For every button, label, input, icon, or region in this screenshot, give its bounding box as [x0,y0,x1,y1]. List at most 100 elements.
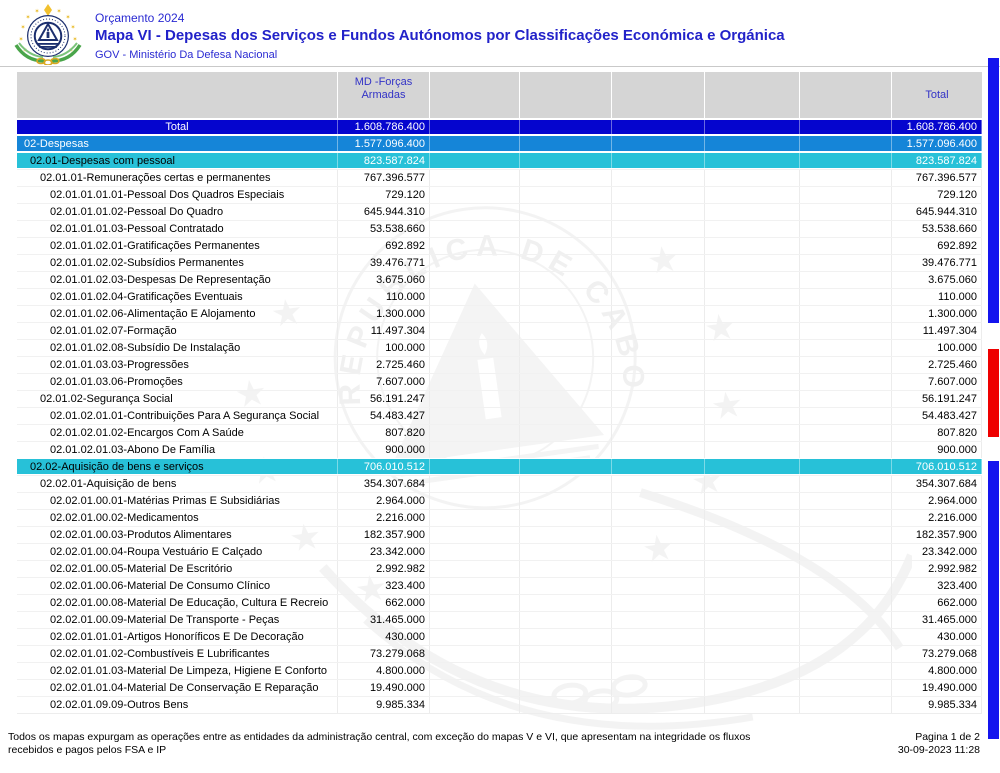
row-label: 02.02.01.00.06-Material De Consumo Clíni… [17,578,338,594]
empty-cell [705,629,800,645]
empty-cell [612,272,705,288]
empty-cell [520,476,612,492]
svg-text:✶: ✶ [70,24,75,31]
empty-cell [612,136,705,151]
footer-note: Todos os mapas expurgam as operações ent… [8,731,751,756]
empty-cell [705,510,800,526]
total-value: 430.000 [892,629,982,645]
md-forcas-armadas-value: 662.000 [338,595,430,611]
empty-cell [800,289,892,305]
table-row: 02.02.01.09.09-Outros Bens 9.985.334 9.985… [17,696,982,713]
column-header-6 [800,72,892,118]
cape-verde-emblem-logo: ✶✶✶ ✶✶✶ ✶ ✶ ✶ ✶ [14,4,82,65]
md-forcas-armadas-value: 19.490.000 [338,680,430,696]
total-value: 2.992.982 [892,561,982,577]
table-row: 02.01.01.02.03-Despesas De Representação… [17,271,982,288]
empty-cell [430,391,520,407]
md-forcas-armadas-value: 1.608.786.400 [338,120,430,134]
empty-cell [430,595,520,611]
empty-cell [520,323,612,339]
empty-cell [705,697,800,713]
empty-cell [800,425,892,441]
marker-red[interactable] [988,349,999,437]
total-value: 9.985.334 [892,697,982,713]
row-label: 02.02.01.01.04-Material De Conservação E… [17,680,338,696]
marker-blue-bottom[interactable] [988,461,999,739]
empty-cell [800,255,892,271]
column-header-1: MD -Forças Armadas [338,72,430,118]
total-value: 767.396.577 [892,170,982,186]
md-forcas-armadas-value: 807.820 [338,425,430,441]
empty-cell [800,170,892,186]
empty-cell [800,357,892,373]
empty-cell [612,561,705,577]
total-value: 354.307.684 [892,476,982,492]
marker-blue-top[interactable] [988,58,999,323]
row-label: Total [17,120,338,134]
empty-cell [800,204,892,220]
row-label: 02.01.02.01.02-Encargos Com A Saúde [17,425,338,441]
empty-cell [612,612,705,628]
empty-cell [705,187,800,203]
total-value: 645.944.310 [892,204,982,220]
md-forcas-armadas-value: 692.892 [338,238,430,254]
total-value: 823.587.824 [892,153,982,168]
empty-cell [430,221,520,237]
empty-cell [520,357,612,373]
empty-cell [520,340,612,356]
empty-cell [430,663,520,679]
empty-cell [520,612,612,628]
empty-cell [612,306,705,322]
table-row: 02.01.01.02.01-Gratificações Permanentes… [17,237,982,254]
empty-cell [520,629,612,645]
empty-cell [612,221,705,237]
md-forcas-armadas-value: 9.985.334 [338,697,430,713]
md-forcas-armadas-value: 2.216.000 [338,510,430,526]
table-row: 02.02-Aquisição de bens e serviços 706.01… [17,458,982,475]
empty-cell [705,255,800,271]
empty-cell [520,120,612,134]
empty-cell [612,629,705,645]
total-value: 662.000 [892,595,982,611]
empty-cell [430,629,520,645]
table-row: 02.01.01.01.03-Pessoal Contratado 53.538.… [17,220,982,237]
table-row: 02.01.02.01.02-Encargos Com A Saúde 807.8… [17,424,982,441]
empty-cell [612,425,705,441]
md-forcas-armadas-value: 1.300.000 [338,306,430,322]
page-number-label: Pagina 1 de 2 [915,731,980,743]
empty-cell [430,374,520,390]
empty-cell [705,663,800,679]
empty-cell [705,408,800,424]
md-forcas-armadas-value: 4.800.000 [338,663,430,679]
row-label: 02.01.02-Segurança Social [17,391,338,407]
table-row: 02.02.01.00.02-Medicamentos 2.216.000 2.21… [17,509,982,526]
empty-cell [520,595,612,611]
empty-cell [800,374,892,390]
empty-cell [800,120,892,134]
empty-cell [520,204,612,220]
empty-cell [612,323,705,339]
empty-cell [520,272,612,288]
empty-cell [612,374,705,390]
empty-cell [612,697,705,713]
empty-cell [705,120,800,134]
empty-cell [430,578,520,594]
empty-cell [520,527,612,543]
empty-cell [705,170,800,186]
row-label: 02.01.01.02.01-Gratificações Permanentes [17,238,338,254]
empty-cell [705,595,800,611]
footer-page-info: Pagina 1 de 2 30-09-2023 11:28 [898,731,980,757]
table-row: Total 1.608.786.400 1.608.786.400 [17,118,982,135]
empty-cell [520,153,612,168]
empty-cell [430,544,520,560]
row-label: 02.02.01-Aquisição de bens [17,476,338,492]
total-value: 31.465.000 [892,612,982,628]
row-label: 02.01.01.03.03-Progressões [17,357,338,373]
empty-cell [612,663,705,679]
empty-cell [612,170,705,186]
page-title: Mapa VI - Depesas dos Serviços e Fundos … [95,27,785,44]
empty-cell [612,391,705,407]
empty-cell [612,510,705,526]
empty-cell [612,187,705,203]
table-row: 02.02.01.00.08-Material De Educação, Cul… [17,594,982,611]
